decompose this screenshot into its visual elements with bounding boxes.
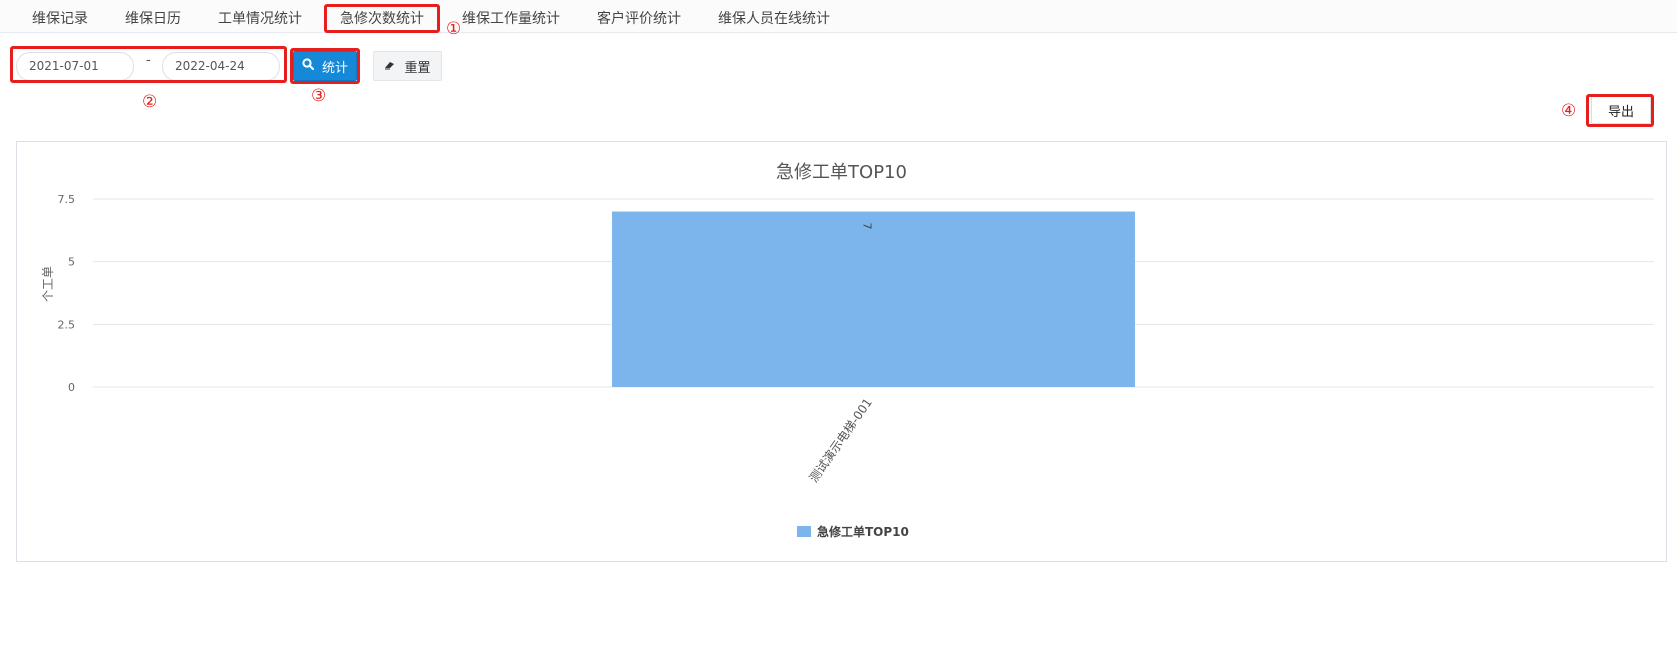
annotation-box-2 [10, 46, 287, 83]
tab-customer-rating-stats[interactable]: 客户评价统计 [597, 8, 681, 28]
legend-label: 急修工单TOP10 [817, 525, 909, 539]
tab-maintenance-calendar[interactable]: 维保日历 [125, 8, 181, 28]
chart-panel: 急修工单TOP10 个工单 0 2.5 5 7.5 7 测试演示电梯-001 急修工单TO… [16, 141, 1667, 562]
x-tick-label: 测试演示电梯-001 [806, 395, 875, 485]
y-tick-label: 2.5 [58, 318, 76, 331]
annotation-box-4 [1586, 94, 1654, 127]
tab-bar: 维保记录 维保日历 工单情况统计 急修次数统计 维保工作量统计 客户评价统计 维… [0, 0, 1677, 33]
annotation-box-1 [324, 4, 440, 33]
eraser-icon [384, 59, 396, 74]
annotation-box-3 [290, 48, 360, 84]
annotation-number-4: ④ [1561, 101, 1577, 121]
tab-work-order-stats[interactable]: 工单情况统计 [218, 8, 302, 28]
tab-maintenance-records[interactable]: 维保记录 [32, 8, 88, 28]
chart-legend[interactable]: 急修工单TOP10 [797, 523, 909, 540]
y-tick-label: 0 [68, 381, 75, 394]
bar [612, 211, 1135, 387]
annotation-number-1: ① [446, 19, 462, 39]
y-tick-label: 7.5 [58, 193, 76, 206]
legend-swatch [797, 526, 811, 537]
data-label: 7 [861, 223, 874, 230]
annotation-number-3: ③ [311, 86, 327, 106]
tab-maintenance-workload-stats[interactable]: 维保工作量统计 [462, 8, 560, 28]
y-tick-label: 5 [68, 256, 75, 269]
reset-button-label: 重置 [404, 60, 431, 76]
tab-maintainer-online-stats[interactable]: 维保人员在线统计 [718, 8, 830, 28]
annotation-number-2: ② [142, 92, 158, 112]
reset-button[interactable]: 重置 [373, 51, 442, 81]
bar-chart: 0 2.5 5 7.5 7 测试演示电梯-001 [58, 193, 1654, 485]
